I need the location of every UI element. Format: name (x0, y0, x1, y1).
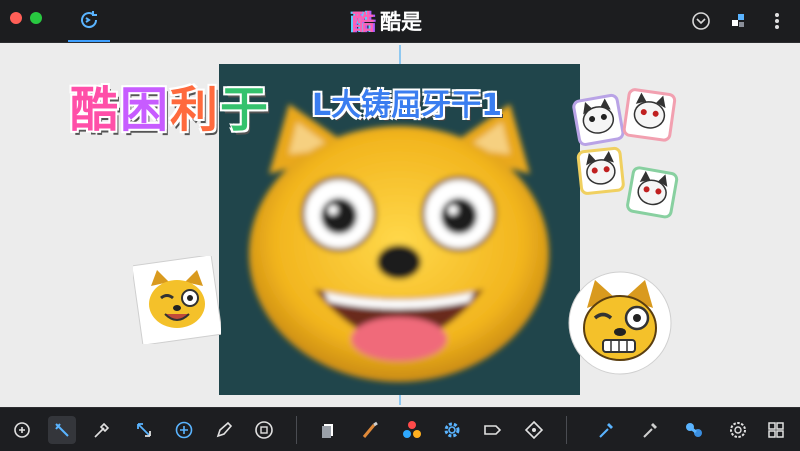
eyedropper-icon (94, 422, 110, 438)
refresh-icon (81, 11, 98, 29)
sticker-cat-group[interactable] (570, 88, 680, 227)
compass-icon (692, 12, 710, 30)
headline-char-1: 酷 (70, 82, 121, 138)
dropper-blue-icon (599, 423, 613, 438)
app-logo: 酷 (352, 11, 375, 36)
tab-refresh[interactable] (68, 0, 110, 42)
blocks-button[interactable] (728, 10, 750, 32)
more-vertical-icon (775, 13, 779, 29)
pen-icon (216, 421, 233, 438)
blob-brush-button[interactable] (680, 416, 708, 444)
brush-icon (362, 421, 378, 438)
magic-wand-icon (55, 423, 69, 437)
compass-button[interactable] (690, 10, 712, 32)
title-bar: 酷 酷是 (0, 0, 800, 43)
crop-transform-icon (137, 423, 151, 437)
app-title: 酷是 (380, 10, 423, 34)
close-window-button[interactable] (10, 12, 22, 24)
dropper-gray-button[interactable] (636, 416, 664, 444)
bottom-toolbar (0, 407, 800, 451)
sticker-winking-dog-square[interactable] (131, 254, 223, 348)
toolbar-separator (296, 416, 297, 444)
headline-char-2: 困 (120, 82, 171, 138)
target-button[interactable] (520, 416, 548, 444)
eyedropper-button[interactable] (88, 416, 116, 444)
settings-gear-icon (444, 422, 460, 438)
rotate-button[interactable] (8, 416, 36, 444)
save-icon (255, 421, 273, 439)
crop-transform-button[interactable] (130, 416, 158, 444)
magic-wand-button[interactable] (48, 416, 76, 444)
more-menu-button[interactable] (766, 10, 788, 32)
add-button[interactable] (170, 416, 198, 444)
headline-text[interactable]: 酷困利于 (70, 70, 270, 140)
save-button[interactable] (250, 416, 278, 444)
expand-icon (768, 422, 784, 438)
blocks-icon (732, 14, 744, 27)
headline-char-4: 于 (220, 82, 271, 138)
dropper-blue-button[interactable] (592, 416, 620, 444)
rotate-icon (14, 422, 30, 438)
pen-button[interactable] (210, 416, 238, 444)
layers-icon (322, 424, 333, 438)
maximize-window-button[interactable] (30, 12, 42, 24)
sticker-winking-dog-round[interactable] (565, 268, 675, 382)
headline-char-3: 利 (170, 82, 221, 138)
color-dots-icon (403, 421, 421, 438)
tag-button[interactable] (478, 416, 506, 444)
window-title: 酷 酷是 (352, 5, 422, 37)
settings-button[interactable] (438, 416, 466, 444)
sub-text[interactable]: L大铸屈牙干1 (312, 80, 502, 124)
tag-icon (484, 425, 502, 435)
badge-button[interactable] (724, 416, 752, 444)
badge-icon (730, 422, 746, 438)
color-button[interactable] (398, 416, 426, 444)
layers-button[interactable] (314, 416, 342, 444)
target-icon (524, 420, 544, 440)
expand-button[interactable] (762, 416, 790, 444)
brush-button[interactable] (356, 416, 384, 444)
toolbar-separator (566, 416, 567, 444)
blob-brush-icon (686, 423, 702, 437)
add-circle-icon (175, 421, 193, 439)
dropper-gray-icon (643, 423, 657, 438)
